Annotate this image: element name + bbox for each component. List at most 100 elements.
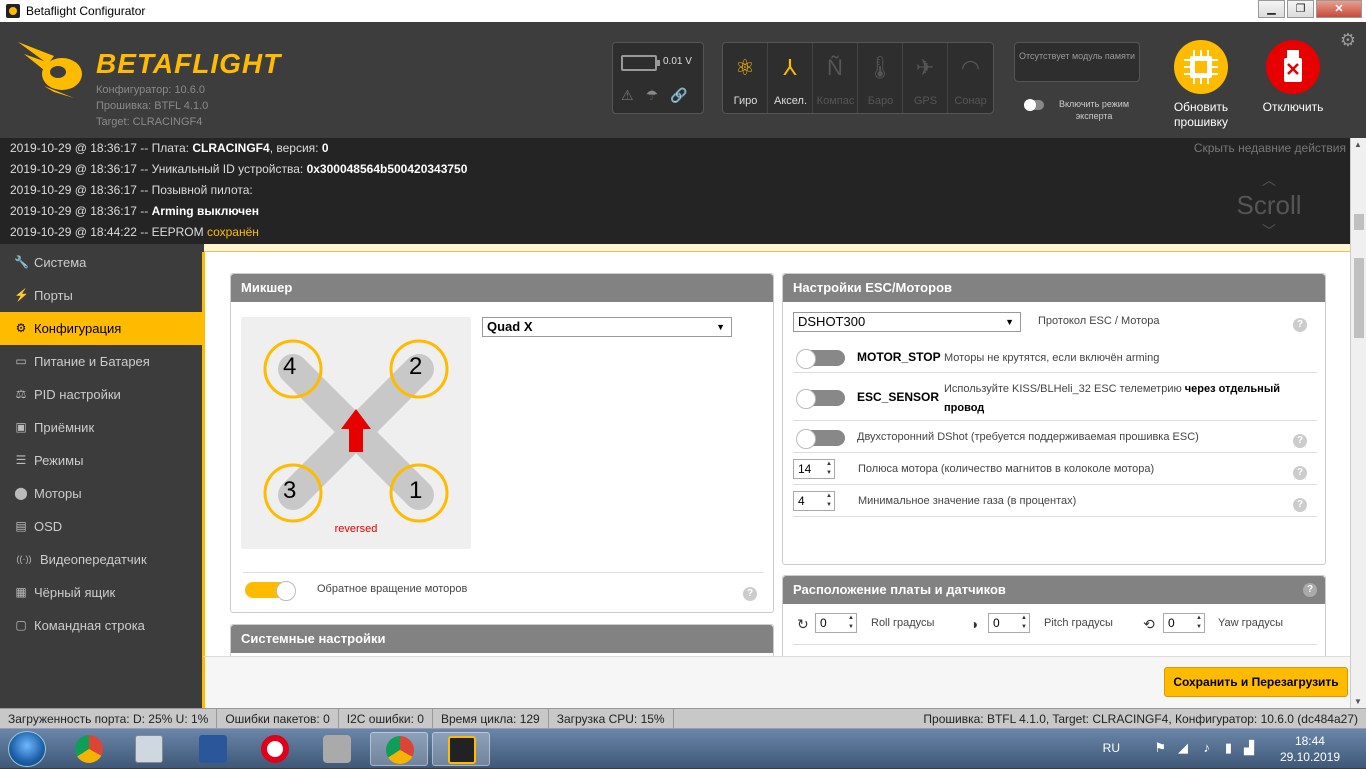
mixer-title: Микшер <box>231 274 773 302</box>
motor-poles-input[interactable]: 14 <box>793 459 835 479</box>
accel-icon: ⅄ <box>783 55 797 80</box>
chevron-down-icon: ﹀ <box>1262 223 1276 239</box>
yaw-input[interactable]: 0 <box>1163 613 1205 633</box>
help-icon[interactable]: ? <box>1293 434 1307 448</box>
volume-icon[interactable]: ♪ <box>1204 740 1211 755</box>
cycle-time: Время цикла: 129 <box>433 708 549 729</box>
sidebar-item-power[interactable]: ▭ Питание и Батарея <box>0 345 202 378</box>
disconnect-button[interactable] <box>1266 40 1320 94</box>
taskbar-word[interactable] <box>184 732 242 766</box>
sensor-label: Аксел. <box>774 95 807 107</box>
sidebar-item-cli[interactable]: ▢ Командная строка <box>0 609 202 642</box>
power-icon[interactable]: ▮ <box>1225 740 1232 756</box>
opera-icon <box>261 735 289 763</box>
taskbar-calculator[interactable] <box>120 732 178 766</box>
log-line: 2019-10-29 @ 18:36:17 -- Arming выключен <box>10 204 260 218</box>
sidebar-item-system[interactable]: 🔧 Система <box>0 246 202 279</box>
sidebar-item-pid[interactable]: ⚖ PID настройки <box>0 378 202 411</box>
log-line: 2019-10-29 @ 18:44:22 -- EEPROM сохранён <box>10 225 259 239</box>
sensor-label: Сонар <box>954 95 987 107</box>
clock[interactable]: 18:44 29.10.2019 <box>1280 733 1340 765</box>
divider <box>793 420 1317 421</box>
sensor-label: Компас <box>816 95 855 107</box>
sidebar-item-motors[interactable]: ⬤ Моторы <box>0 477 202 510</box>
pitch-input[interactable]: 0 <box>988 613 1030 633</box>
taskbar-camera[interactable] <box>308 732 366 766</box>
idle-throttle-input[interactable]: 4 <box>793 491 835 511</box>
start-button-icon[interactable] <box>8 731 46 767</box>
help-icon[interactable]: ? <box>743 587 757 601</box>
firmware-version: Прошивка: BTFL 4.1.0 <box>96 100 209 112</box>
expert-switch[interactable] <box>1024 99 1044 111</box>
help-icon[interactable]: ? <box>1293 498 1307 512</box>
help-icon[interactable]: ? <box>1293 318 1307 332</box>
minimize-button[interactable]: ▁ <box>1258 0 1285 18</box>
esc-sensor-toggle[interactable] <box>796 389 845 409</box>
failsafe-icon: ☂ <box>645 87 659 103</box>
betaflight-logo-icon <box>18 42 82 98</box>
modes-icon: ☰ <box>15 453 27 467</box>
port-load: Загруженность порта: D: 25% U: 1% <box>0 708 218 729</box>
sonar-icon: ◠ <box>960 55 981 80</box>
close-button[interactable]: ✕ <box>1316 0 1362 18</box>
hide-log-link[interactable]: Скрыть недавние действия <box>1194 141 1346 155</box>
esc-protocol-select[interactable]: DSHOT300 <box>793 312 1021 332</box>
scroll-thumb-secondary[interactable] <box>1354 258 1364 338</box>
packet-errors: Ошибки пакетов: 0 <box>217 708 339 729</box>
log-line: 2019-10-29 @ 18:36:17 -- Позывной пилота… <box>10 183 253 197</box>
motor-stop-desc: Моторы не крутятся, если включён arming <box>944 352 1160 364</box>
motor-label-4: 4 <box>283 353 297 380</box>
scroll-label: Scroll <box>1236 190 1302 220</box>
content-scrollbar[interactable]: ▲ ▼ <box>1350 138 1366 708</box>
sidebar-item-modes[interactable]: ☰ Режимы <box>0 444 202 477</box>
sidebar-item-osd[interactable]: ▤ OSD <box>0 510 202 543</box>
mixer-type-select[interactable]: Quad X <box>482 317 732 337</box>
language-indicator[interactable]: RU <box>1103 741 1120 755</box>
flag-icon[interactable]: ⚑ <box>1154 740 1166 756</box>
motor-stop-toggle[interactable] <box>796 349 845 369</box>
header: BETAFLIGHT Конфигуратор: 10.6.0 Прошивка… <box>0 22 1366 138</box>
maximize-button[interactable]: ❐ <box>1287 0 1314 18</box>
bidir-dshot-toggle[interactable] <box>796 429 845 449</box>
update-firmware-button[interactable] <box>1174 40 1228 94</box>
scroll-up-arrow[interactable]: ▲ <box>1354 140 1362 149</box>
sidebar-item-blackbox[interactable]: ▦ Чёрный ящик <box>0 576 202 609</box>
title-bar: Betaflight Configurator ▁ ❐ ✕ <box>0 0 1366 22</box>
scroll-down-arrow[interactable]: ▼ <box>1354 697 1362 706</box>
network-icon[interactable]: ◢ <box>1178 740 1188 756</box>
quad-x-diagram-icon <box>263 339 449 523</box>
sidebar-item-configuration[interactable]: ⚙ Конфигурация <box>0 312 202 345</box>
gps-sensor: ✈ GPS <box>903 43 948 113</box>
taskbar-chrome-2[interactable] <box>370 732 428 766</box>
window-title: Betaflight Configurator <box>26 4 146 18</box>
pitch-label: Pitch градусы <box>1044 617 1113 629</box>
help-icon[interactable]: ? <box>1303 583 1317 597</box>
roll-input[interactable]: 0 <box>815 613 857 633</box>
save-reboot-button[interactable]: Сохранить и Перезагрузить <box>1164 667 1348 697</box>
idle-throttle-desc: Минимальное значение газа (в процентах) <box>858 495 1077 507</box>
bottom-toolbar: Сохранить и Перезагрузить <box>202 656 1350 708</box>
sidebar-item-vtx[interactable]: ((·)) Видеопередатчик <box>0 543 202 576</box>
taskbar-opera[interactable] <box>246 732 304 766</box>
signal-icon[interactable]: ▟ <box>1244 740 1254 756</box>
main-content: Микшер 4 2 3 1 reversed Quad X Обратное … <box>202 252 1350 656</box>
log-line: 2019-10-29 @ 18:36:17 -- Плата: CLRACING… <box>10 141 329 155</box>
vtx-icon: ((·)) <box>16 554 32 564</box>
usb-icon <box>1284 50 1302 82</box>
expert-mode-toggle[interactable]: Включить режим эксперта <box>1024 98 1136 122</box>
sidebar-item-ports[interactable]: ⚡ Порты <box>0 279 202 312</box>
board-alignment-title: Расположение платы и датчиков <box>783 576 1325 604</box>
chrome-icon <box>386 736 414 764</box>
taskbar-chrome[interactable] <box>60 732 118 766</box>
help-icon[interactable]: ? <box>1293 466 1307 480</box>
dataflash-status: Отсутствует модуль памяти <box>1014 42 1140 82</box>
update-firmware-label: Обновить прошивку <box>1173 100 1229 129</box>
chrome-icon <box>75 735 103 763</box>
taskbar-betaflight[interactable] <box>432 732 490 766</box>
scroll-thumb[interactable] <box>1354 214 1364 230</box>
sidebar-item-receiver[interactable]: ▣ Приёмник <box>0 411 202 444</box>
log-line: 2019-10-29 @ 18:36:17 -- Уникальный ID у… <box>10 162 468 176</box>
reverse-motors-toggle[interactable] <box>245 581 296 601</box>
settings-gear-icon[interactable]: ⚙ <box>1340 30 1356 51</box>
chevron-up-icon: ︿ <box>1262 172 1276 188</box>
